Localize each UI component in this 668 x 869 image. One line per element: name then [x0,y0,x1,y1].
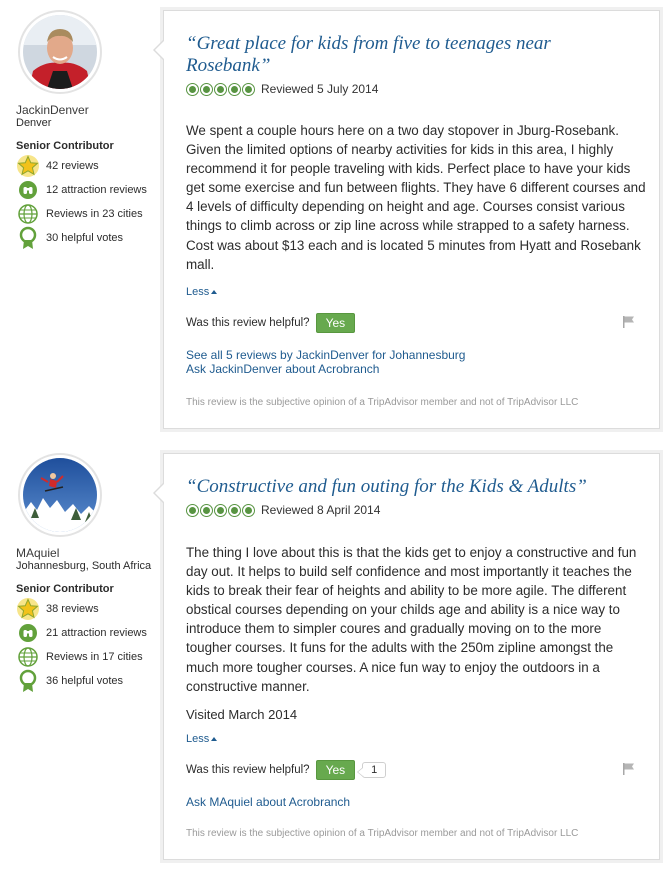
star-badge-icon [16,597,40,621]
review-title[interactable]: “Great place for kids from five to teena… [186,33,616,77]
ribbon-award-icon [16,669,40,693]
stat-helpful-label: 30 helpful votes [46,232,124,244]
helpful-row: Was this review helpful? Yes [186,313,356,333]
rating-bubble-icon [242,503,255,517]
stat-helpful-votes: 30 helpful votes [16,226,123,250]
star-badge-icon [16,154,40,178]
review-body: We spent a couple hours here on a two da… [186,123,646,272]
avatar-photo [23,458,97,532]
helpful-yes-button[interactable]: Yes [315,760,356,780]
see-all-reviews-link[interactable]: See all 5 reviews by JackinDenver for Jo… [186,348,465,362]
rating-bubble-icon [200,503,213,517]
review-disclaimer: This review is the subjective opinion of… [186,828,579,839]
badge-title: Senior Contributor [16,140,114,152]
rating-bubble-icon [186,503,199,517]
stat-cities: Reviews in 23 cities [16,202,143,226]
card-pointer-inner [155,40,165,60]
member-location: Johannesburg, South Africa [16,560,152,572]
review-card: “Constructive and fun outing for the Kid… [153,453,660,860]
rating-bubble-icon [214,503,227,517]
stat-helpful-label: 36 helpful votes [46,675,124,687]
review-links: Ask MAquiel about Acrobranch [186,795,350,809]
helpful-vote-count: 1 [357,762,387,778]
username[interactable]: JackinDenver [16,103,89,117]
review-title[interactable]: “Constructive and fun outing for the Kid… [186,476,656,498]
stat-reviews-label: 38 reviews [46,603,99,615]
rating-bubble-icon [228,503,241,517]
review-card: “Great place for kids from five to teena… [153,10,660,429]
stat-reviews: 38 reviews [16,597,99,621]
rating-bubble-icon [228,82,241,96]
avatar[interactable] [18,453,102,537]
review-links: See all 5 reviews by JackinDenver for Jo… [186,348,465,376]
helpful-yes-button[interactable]: Yes [315,313,356,333]
rating-bubbles [186,503,256,517]
rating-bubble-icon [214,82,227,96]
stat-attraction-label: 12 attraction reviews [46,184,147,196]
avatar[interactable] [18,10,102,94]
review-body: The thing I love about this is that the … [186,545,637,694]
caret-up-icon [211,737,218,741]
stat-reviews: 42 reviews [16,154,99,178]
rating-bubble-icon [200,82,213,96]
stat-attraction-label: 21 attraction reviews [46,627,147,639]
visited-date: Visited March 2014 [186,707,298,722]
stat-helpful-votes: 36 helpful votes [16,669,123,693]
member-location: Denver [16,117,52,129]
review-date: Reviewed 5 July 2014 [261,82,379,96]
binoculars-icon [16,621,40,645]
ask-member-link[interactable]: Ask JackinDenver about Acrobranch [186,362,465,376]
stat-cities: Reviews in 17 cities [16,645,143,669]
avatar-photo [23,15,97,89]
stat-reviews-label: 42 reviews [46,160,99,172]
less-toggle[interactable]: Less [186,733,218,745]
less-toggle[interactable]: Less [186,286,218,298]
helpful-question: Was this review helpful? [186,317,310,329]
review-date: Reviewed 8 April 2014 [261,503,381,517]
less-label: Less [186,286,210,298]
binoculars-icon [16,178,40,202]
stat-attraction-reviews: 12 attraction reviews [16,178,147,202]
username[interactable]: MAquiel [16,546,59,560]
helpful-question: Was this review helpful? [186,764,310,776]
card-pointer-inner [155,483,165,503]
caret-up-icon [211,290,218,294]
ribbon-award-icon [16,226,40,250]
rating-row: Reviewed 5 July 2014 [186,82,378,96]
rating-bubble-icon [242,82,255,96]
badge-title: Senior Contributor [16,583,114,595]
rating-bubble-icon [186,82,199,96]
less-label: Less [186,733,210,745]
stat-cities-label: Reviews in 23 cities [46,208,143,220]
globe-icon [16,202,40,226]
globe-icon [16,645,40,669]
stat-cities-label: Reviews in 17 cities [46,651,143,663]
flag-icon[interactable] [622,315,636,329]
ask-member-link[interactable]: Ask MAquiel about Acrobranch [186,795,350,809]
helpful-row: Was this review helpful? Yes 1 [186,760,387,780]
review-disclaimer: This review is the subjective opinion of… [186,397,579,408]
rating-row: Reviewed 8 April 2014 [186,503,380,517]
flag-icon[interactable] [622,762,636,776]
stat-attraction-reviews: 21 attraction reviews [16,621,147,645]
rating-bubbles [186,82,256,96]
